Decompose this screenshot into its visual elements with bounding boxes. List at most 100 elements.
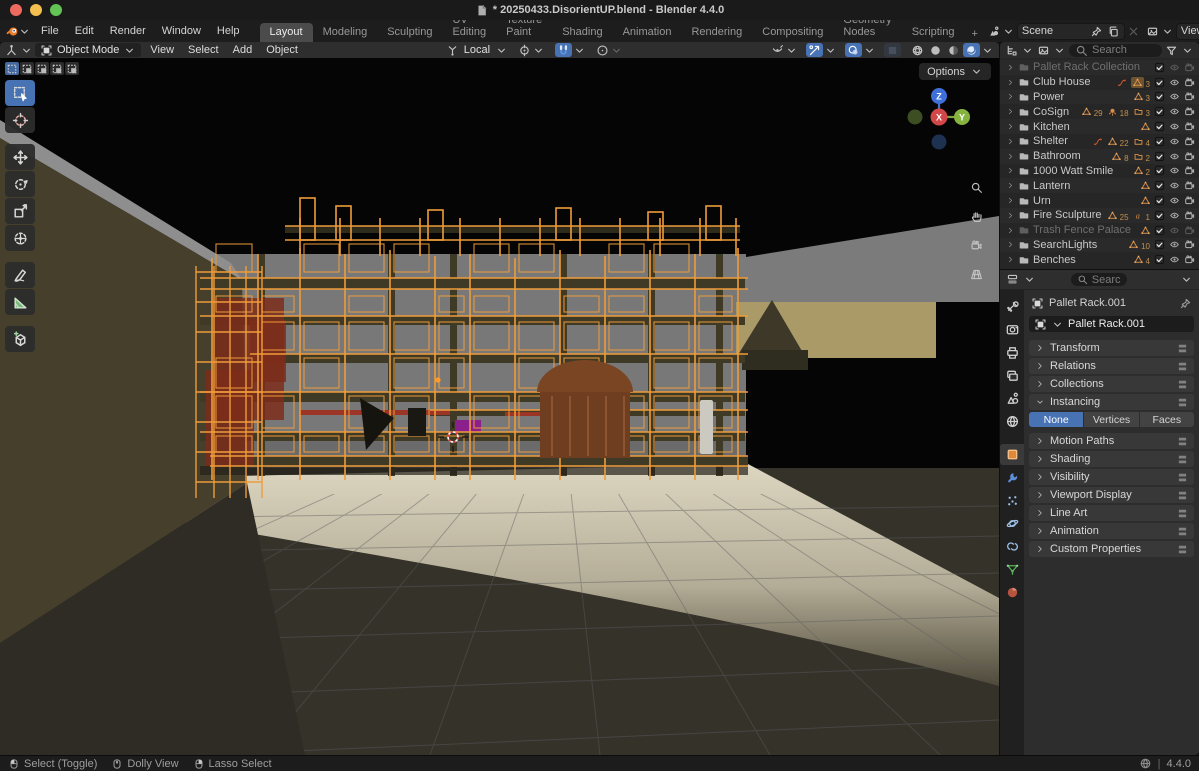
collection-name[interactable]: Trash Fence Palace — [1033, 224, 1131, 236]
collection-name[interactable]: Kitchen — [1033, 121, 1070, 133]
chevron-down-icon[interactable] — [1180, 273, 1193, 286]
hide-eye-icon[interactable] — [1169, 106, 1180, 117]
solid-shading-icon[interactable] — [927, 43, 944, 57]
new-scene-icon[interactable] — [1107, 25, 1120, 38]
select-mode-intersect[interactable] — [65, 62, 79, 75]
snap-magnet-icon[interactable] — [555, 43, 572, 57]
editor-type-icon[interactable] — [5, 44, 18, 57]
chevron-down-icon[interactable] — [1161, 25, 1174, 38]
tab-sculpting[interactable]: Sculpting — [377, 23, 442, 42]
disable-render-camera-icon[interactable] — [1184, 121, 1195, 132]
disable-render-camera-icon[interactable] — [1184, 165, 1195, 176]
instancing-option-none[interactable]: None — [1029, 412, 1083, 427]
expand-chevron-icon[interactable] — [1006, 240, 1015, 249]
hide-eye-icon[interactable] — [1169, 225, 1180, 236]
scene-field[interactable]: Scene — [1017, 23, 1125, 40]
outliner-row[interactable]: Power3 — [1000, 90, 1199, 105]
tool-add-cube[interactable] — [5, 326, 35, 352]
collection-name[interactable]: Power — [1033, 91, 1064, 103]
perspective-toggle-icon[interactable] — [965, 263, 987, 285]
collection-name[interactable]: Club House — [1033, 76, 1090, 88]
viewport-menu-select[interactable]: Select — [181, 43, 226, 57]
tool-rotate[interactable] — [5, 171, 35, 197]
chevron-down-icon[interactable] — [981, 44, 994, 57]
instancing-option-faces[interactable]: Faces — [1140, 412, 1194, 427]
panel-instancing[interactable]: Instancing〓 — [1029, 394, 1194, 410]
disable-render-camera-icon[interactable] — [1184, 254, 1195, 265]
viewport-menu-object[interactable]: Object — [259, 43, 305, 57]
orientation-selector[interactable]: Local — [446, 44, 508, 57]
tool-cursor[interactable] — [5, 107, 35, 133]
properties-tab-particles[interactable] — [1000, 490, 1024, 511]
expand-chevron-icon[interactable] — [1006, 166, 1015, 175]
outliner-row[interactable]: Benches4 — [1000, 252, 1199, 267]
properties-tab-render[interactable] — [1000, 319, 1024, 340]
disable-render-camera-icon[interactable] — [1184, 91, 1195, 102]
tool-scale[interactable] — [5, 198, 35, 224]
outliner-row[interactable]: 1000 Watt Smile2 — [1000, 164, 1199, 179]
hide-eye-icon[interactable] — [1169, 121, 1180, 132]
chevron-down-icon[interactable] — [1002, 25, 1015, 38]
disable-render-camera-icon[interactable] — [1184, 225, 1195, 236]
disable-render-camera-icon[interactable] — [1184, 195, 1195, 206]
checkbox-icon[interactable] — [1154, 254, 1165, 265]
select-mode-set[interactable] — [5, 62, 19, 75]
properties-tab-physics[interactable] — [1000, 513, 1024, 534]
material-shading-icon[interactable] — [945, 43, 962, 57]
menu-edit[interactable]: Edit — [67, 23, 102, 39]
expand-chevron-icon[interactable] — [1006, 181, 1015, 190]
properties-tab-tool[interactable] — [1000, 296, 1024, 317]
properties-tab-scene[interactable] — [1000, 388, 1024, 409]
pan-hand-icon[interactable] — [965, 205, 987, 227]
checkbox-icon[interactable] — [1154, 136, 1165, 147]
collection-name[interactable]: Pallet Rack Collection — [1033, 61, 1140, 73]
options-button[interactable]: Options — [919, 63, 991, 80]
expand-chevron-icon[interactable] — [1006, 211, 1015, 220]
panel-animation[interactable]: Animation〓 — [1029, 523, 1194, 539]
viewport-menu-view[interactable]: View — [143, 43, 181, 57]
viewport-3d[interactable]: Options ZXY — [0, 58, 999, 755]
gizmos-dropdown[interactable] — [806, 43, 837, 57]
object-name-field[interactable]: Pallet Rack.001 — [1029, 316, 1194, 332]
collection-name[interactable]: CoSign — [1033, 106, 1069, 118]
disable-render-camera-icon[interactable] — [1184, 106, 1195, 117]
expand-chevron-icon[interactable] — [1006, 63, 1015, 72]
minimize-window-button[interactable] — [30, 4, 42, 16]
outliner-row[interactable]: Fire Sculptures25a1 — [1000, 208, 1199, 223]
disable-render-camera-icon[interactable] — [1184, 62, 1195, 73]
checkbox-icon[interactable] — [1154, 91, 1165, 102]
expand-chevron-icon[interactable] — [1006, 196, 1015, 205]
tool-annotate[interactable] — [5, 262, 35, 288]
zoom-window-button[interactable] — [50, 4, 62, 16]
instancing-option-vertices[interactable]: Vertices — [1084, 412, 1138, 427]
panel-shading[interactable]: Shading〓 — [1029, 451, 1194, 467]
collection-name[interactable]: 1000 Watt Smile — [1033, 165, 1113, 177]
checkbox-icon[interactable] — [1154, 165, 1165, 176]
chevron-down-icon[interactable] — [1053, 44, 1066, 57]
outliner-row[interactable]: CoSign29183 — [1000, 104, 1199, 119]
viewport-menu-add[interactable]: Add — [226, 43, 260, 57]
viewlayer-field[interactable]: ViewLayer — [1176, 23, 1199, 40]
tab-scripting[interactable]: Scripting — [902, 23, 965, 42]
properties-editor-icon[interactable] — [1006, 273, 1019, 286]
network-icon[interactable] — [1139, 757, 1152, 770]
properties-tab-constraints[interactable] — [1000, 536, 1024, 557]
disable-render-camera-icon[interactable] — [1184, 77, 1195, 88]
chevron-down-icon[interactable] — [20, 44, 33, 57]
panel-collections[interactable]: Collections〓 — [1029, 376, 1194, 392]
tab-modeling[interactable]: Modeling — [313, 23, 378, 42]
collection-name[interactable]: Benches — [1033, 254, 1076, 266]
expand-chevron-icon[interactable] — [1006, 92, 1015, 101]
select-mode-extend[interactable] — [20, 62, 34, 75]
visibility-dropdown[interactable] — [771, 44, 798, 57]
expand-chevron-icon[interactable] — [1006, 107, 1015, 116]
checkbox-icon[interactable] — [1154, 180, 1165, 191]
filter-icon[interactable] — [1165, 44, 1178, 57]
menu-file[interactable]: File — [33, 23, 67, 39]
panel-relations[interactable]: Relations〓 — [1029, 358, 1194, 374]
expand-chevron-icon[interactable] — [1006, 152, 1015, 161]
properties-search[interactable]: Search — [1071, 273, 1128, 286]
chevron-down-icon[interactable] — [18, 25, 31, 38]
xray-toggle-icon[interactable] — [884, 43, 901, 57]
hide-eye-icon[interactable] — [1169, 180, 1180, 191]
